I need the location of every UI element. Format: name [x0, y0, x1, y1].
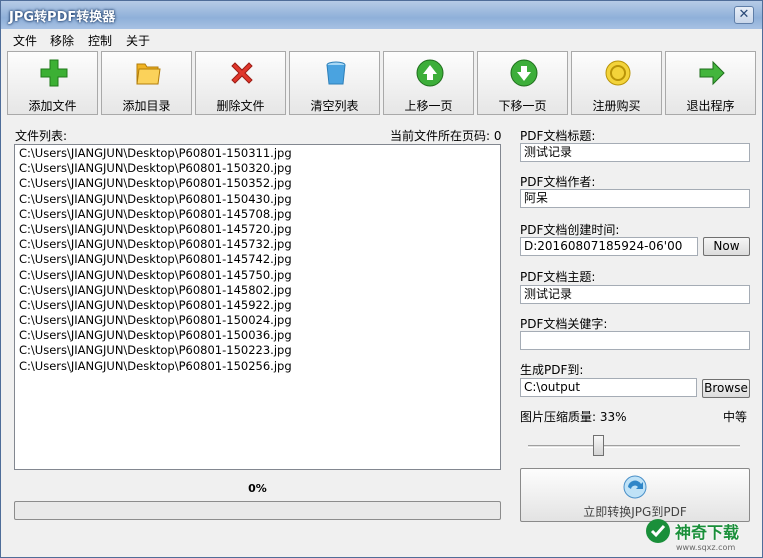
convert-button[interactable]: 立即转换JPG到PDF [520, 468, 750, 522]
output-label: 生成PDF到: [520, 363, 584, 377]
delete-file-button[interactable]: 删除文件 [195, 51, 286, 115]
bin-icon [326, 61, 346, 85]
pdf-created-label: PDF文档创建时间: [520, 223, 620, 237]
move-down-button[interactable]: 下移一页 [477, 51, 568, 115]
menu-remove[interactable]: 移除 [50, 32, 74, 49]
add-plus-icon [40, 59, 68, 87]
close-button[interactable]: ✕ [734, 6, 754, 24]
now-button[interactable]: Now [703, 237, 750, 256]
output-path-field[interactable]: C:\output [520, 378, 697, 397]
watermark-text: 神奇下载 [675, 523, 740, 542]
move-up-label: 上移一页 [404, 99, 453, 113]
clear-list-label: 清空列表 [310, 99, 359, 113]
add-file-button[interactable]: 添加文件 [7, 51, 98, 115]
watermark-url: www.sqxz.com [676, 543, 736, 552]
file-list-label: 文件列表: [15, 129, 68, 143]
pdf-subject-field[interactable]: 测试记录 [520, 285, 750, 304]
pdf-author-field[interactable]: 阿呆 [520, 189, 750, 208]
progress-percent: 0% [248, 482, 267, 495]
quality-level: 中等 [723, 410, 748, 424]
toolbar: 添加文件 添加目录 删除文件 清空列表 上移一页 下移一页 注册购买 退出程序 [7, 51, 759, 115]
add-folder-label: 添加目录 [122, 99, 171, 113]
move-down-label: 下移一页 [498, 99, 547, 113]
window-title: JPG转PDF转换器 [9, 10, 116, 25]
app-window: JPG转PDF转换器 ✕ 文件 移除 控制 关于 添加文件 添加目录 删除文件 … [0, 0, 763, 558]
convert-icon [623, 475, 647, 499]
progress-bar [14, 501, 501, 520]
list-item[interactable]: C:\Users\JIANGJUN\Desktop\P60801-145922.… [19, 298, 496, 313]
quality-slider-track[interactable] [528, 445, 740, 448]
list-item[interactable]: C:\Users\JIANGJUN\Desktop\P60801-150352.… [19, 176, 496, 191]
arrow-up-icon [416, 59, 444, 87]
arrow-down-icon [510, 59, 538, 87]
pdf-created-field[interactable]: D:20160807185924-06'00 [520, 237, 698, 256]
file-list[interactable]: C:\Users\JIANGJUN\Desktop\P60801-150311.… [14, 144, 501, 470]
list-item[interactable]: C:\Users\JIANGJUN\Desktop\P60801-150024.… [19, 313, 496, 328]
current-page-info: 当前文件所在页码: 0 [390, 129, 502, 143]
title-bar[interactable]: JPG转PDF转换器 ✕ [1, 1, 762, 29]
add-file-label: 添加文件 [28, 99, 77, 113]
pdf-title-label: PDF文档标题: [520, 129, 596, 143]
menu-file[interactable]: 文件 [13, 32, 37, 49]
add-folder-button[interactable]: 添加目录 [101, 51, 192, 115]
close-icon: ✕ [738, 7, 750, 22]
exit-button[interactable]: 退出程序 [665, 51, 756, 115]
pdf-subject-label: PDF文档主题: [520, 270, 596, 284]
move-up-button[interactable]: 上移一页 [383, 51, 474, 115]
exit-arrow-icon [699, 60, 725, 86]
list-item[interactable]: C:\Users\JIANGJUN\Desktop\P60801-150430.… [19, 192, 496, 207]
clear-list-button[interactable]: 清空列表 [289, 51, 380, 115]
quality-label: 图片压缩质量: 33% [520, 410, 627, 424]
watermark-logo: 神奇下载 [645, 517, 739, 545]
menu-about[interactable]: 关于 [126, 32, 150, 49]
list-item[interactable]: C:\Users\JIANGJUN\Desktop\P60801-145720.… [19, 222, 496, 237]
list-item[interactable]: C:\Users\JIANGJUN\Desktop\P60801-145708.… [19, 207, 496, 222]
list-item[interactable]: C:\Users\JIANGJUN\Desktop\P60801-145732.… [19, 237, 496, 252]
list-item[interactable]: C:\Users\JIANGJUN\Desktop\P60801-150320.… [19, 161, 496, 176]
browse-button[interactable]: Browse [702, 379, 750, 398]
list-item[interactable]: C:\Users\JIANGJUN\Desktop\P60801-150256.… [19, 359, 496, 374]
list-item[interactable]: C:\Users\JIANGJUN\Desktop\P60801-145742.… [19, 252, 496, 267]
list-item[interactable]: C:\Users\JIANGJUN\Desktop\P60801-150311.… [19, 146, 496, 161]
pdf-keywords-label: PDF文档关健字: [520, 317, 608, 331]
delete-x-icon [231, 62, 253, 84]
list-item[interactable]: C:\Users\JIANGJUN\Desktop\P60801-150036.… [19, 328, 496, 343]
exit-label: 退出程序 [686, 99, 735, 113]
watermark-icon [646, 519, 670, 543]
pdf-title-field[interactable]: 测试记录 [520, 143, 750, 162]
menu-bar: 文件 移除 控制 关于 [1, 29, 762, 49]
menu-control[interactable]: 控制 [88, 32, 112, 49]
pdf-keywords-field[interactable] [520, 331, 750, 350]
list-item[interactable]: C:\Users\JIANGJUN\Desktop\P60801-145802.… [19, 283, 496, 298]
list-item[interactable]: C:\Users\JIANGJUN\Desktop\P60801-150223.… [19, 343, 496, 358]
register-buy-label: 注册购买 [592, 99, 641, 113]
coin-icon [605, 60, 631, 86]
register-buy-button[interactable]: 注册购买 [571, 51, 662, 115]
delete-file-label: 删除文件 [216, 99, 265, 113]
list-item[interactable]: C:\Users\JIANGJUN\Desktop\P60801-145750.… [19, 268, 496, 283]
pdf-author-label: PDF文档作者: [520, 175, 596, 189]
folder-icon [136, 63, 161, 85]
quality-slider-thumb[interactable] [592, 435, 604, 456]
